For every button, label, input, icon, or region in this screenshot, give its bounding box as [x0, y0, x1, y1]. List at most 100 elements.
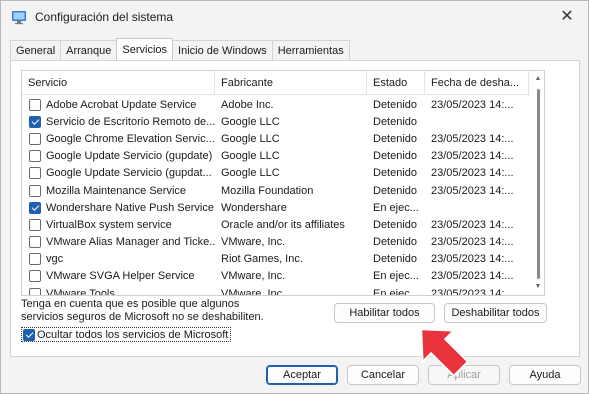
header-maker[interactable]: Fabricante — [215, 71, 367, 95]
state-cell: Detenido — [373, 218, 418, 231]
title-bar: Configuración del sistema ✕ — [1, 1, 588, 33]
scroll-down-icon[interactable]: ▼ — [534, 283, 542, 291]
cancel-button[interactable]: Cancelar — [347, 365, 419, 385]
maker-cell: Wondershare — [221, 201, 287, 214]
table-row[interactable]: Wondershare Native Push Service Wondersha… — [22, 199, 529, 216]
hide-ms-services-checkbox[interactable]: Ocultar todos los servicios de Microsoft — [21, 327, 232, 342]
date-cell: 23/05/2023 14:... — [431, 132, 514, 145]
maker-cell: Google LLC — [221, 150, 280, 163]
service-name: Servicio de Escritorio Remoto de... — [46, 115, 215, 128]
close-icon: ✕ — [560, 8, 574, 25]
ok-button[interactable]: Aceptar — [266, 365, 338, 385]
table-row[interactable]: VirtualBox system service Oracle and/or i… — [22, 216, 529, 233]
service-name: VirtualBox system service — [46, 218, 172, 231]
maker-cell: VMware, Inc. — [221, 236, 286, 249]
service-cell: Google Update Servicio (gupdate) — [22, 148, 215, 165]
state-cell: Detenido — [373, 253, 418, 266]
state-cell: Detenido — [373, 150, 418, 163]
service-cell: VMware Alias Manager and Ticke... — [22, 234, 215, 251]
service-name: Google Chrome Elevation Servic... — [46, 132, 215, 145]
service-checkbox[interactable] — [29, 201, 41, 214]
service-checkbox[interactable] — [29, 132, 41, 145]
maker-cell: Oracle and/or its affiliates — [221, 218, 345, 231]
service-checkbox[interactable] — [29, 218, 41, 231]
service-checkbox[interactable] — [29, 253, 41, 266]
maker-cell: Riot Games, Inc. — [221, 253, 303, 266]
table-row[interactable]: VMware SVGA Helper Service VMware, Inc. En… — [22, 268, 529, 285]
state-cell: Detenido — [373, 132, 418, 145]
service-checkbox[interactable] — [29, 287, 41, 295]
services-table: Servicio Fabricante Estado Fecha de desh… — [21, 70, 545, 296]
table-row[interactable]: Google Update Servicio (gupdate) Google L… — [22, 148, 529, 165]
tab-general[interactable]: General — [10, 40, 62, 60]
service-cell: Mozilla Maintenance Service — [22, 182, 215, 199]
service-cell: Adobe Acrobat Update Service — [22, 96, 215, 113]
tab-startup[interactable]: Arranque — [60, 40, 118, 60]
service-checkbox[interactable] — [29, 115, 41, 128]
tab-windows-startup[interactable]: Inicio de Windows — [172, 40, 273, 60]
table-row[interactable]: VMware Tools VMware, Inc. En ejec... 23/05/… — [22, 285, 529, 296]
date-cell: 23/05/2023 14:... — [431, 287, 514, 296]
service-checkbox[interactable] — [29, 270, 41, 283]
state-cell: Detenido — [373, 184, 418, 197]
service-checkbox[interactable] — [29, 98, 41, 111]
maker-cell: VMware, Inc. — [221, 270, 286, 283]
maker-cell: Mozilla Foundation — [221, 184, 314, 197]
service-checkbox[interactable] — [29, 167, 41, 180]
service-checkbox[interactable] — [29, 236, 41, 249]
date-cell: 23/05/2023 14:... — [431, 150, 514, 163]
close-button[interactable]: ✕ — [552, 3, 582, 29]
table-row[interactable]: Adobe Acrobat Update Service Adobe Inc. De… — [22, 96, 529, 113]
scrollbar-thumb[interactable] — [537, 89, 540, 279]
table-row[interactable]: Google Update Servicio (gupdat... Google … — [22, 165, 529, 182]
service-checkbox[interactable] — [29, 150, 41, 163]
tab-services[interactable]: Servicios — [116, 38, 174, 60]
state-cell: En ejec... — [373, 287, 419, 296]
service-checkbox[interactable] — [29, 184, 41, 197]
service-name: Wondershare Native Push Service — [46, 201, 214, 214]
hide-ms-checkbox-box[interactable] — [23, 328, 35, 341]
date-cell — [425, 199, 529, 216]
maker-cell: Google LLC — [221, 115, 280, 128]
table-row[interactable]: VMware Alias Manager and Ticke... VMware,… — [22, 234, 529, 251]
state-cell: En ejec... — [373, 270, 419, 283]
table-row[interactable]: Mozilla Maintenance Service Mozilla Found… — [22, 182, 529, 199]
header-service[interactable]: Servicio — [22, 71, 215, 95]
system-config-icon — [12, 11, 26, 25]
red-arrow-icon — [420, 328, 470, 378]
service-cell: Wondershare Native Push Service — [22, 199, 215, 216]
date-cell: 23/05/2023 14:... — [431, 270, 514, 283]
maker-cell: Adobe Inc. — [221, 98, 274, 111]
table-row[interactable]: vgc Riot Games, Inc. Detenido 23/05/2023 14… — [22, 251, 529, 268]
service-cell: VirtualBox system service — [22, 216, 215, 233]
header-state[interactable]: Estado — [367, 71, 425, 95]
date-cell: 23/05/2023 14:... — [431, 253, 514, 266]
service-name: VMware SVGA Helper Service — [46, 270, 195, 283]
service-name: Google Update Servicio (gupdat... — [46, 167, 212, 180]
header-date[interactable]: Fecha de desha... — [425, 71, 529, 95]
ms-services-note: Tenga en cuenta que es posible que algun… — [21, 298, 264, 323]
service-name: VMware Tools — [46, 287, 115, 296]
table-row[interactable]: Google Chrome Elevation Servic... Google … — [22, 130, 529, 147]
service-cell: Servicio de Escritorio Remoto de... — [22, 113, 215, 130]
service-cell: vgc — [22, 251, 215, 268]
table-row[interactable]: Servicio de Escritorio Remoto de... Googl… — [22, 113, 529, 130]
maker-cell: Google LLC — [221, 167, 280, 180]
date-cell: 23/05/2023 14:... — [431, 236, 514, 249]
state-cell: Detenido — [373, 115, 418, 128]
service-cell: Google Update Servicio (gupdat... — [22, 165, 215, 182]
window-title: Configuración del sistema — [35, 10, 174, 24]
state-cell: Detenido — [373, 236, 418, 249]
maker-cell: VMware, Inc. — [221, 287, 286, 296]
table-header: Servicio Fabricante Estado Fecha de desh… — [22, 71, 529, 95]
service-name: Adobe Acrobat Update Service — [46, 98, 197, 111]
service-name: VMware Alias Manager and Ticke... — [46, 236, 215, 249]
help-button[interactable]: Ayuda — [509, 365, 581, 385]
hide-ms-label: Ocultar todos los servicios de Microsoft — [37, 328, 229, 341]
system-config-window: Configuración del sistema ✕ General Arra… — [0, 0, 589, 394]
service-name: vgc — [46, 253, 64, 266]
tab-tools[interactable]: Herramientas — [271, 40, 350, 60]
scroll-up-icon[interactable]: ▲ — [534, 75, 542, 83]
state-cell: En ejec... — [373, 201, 419, 214]
date-cell: 23/05/2023 14:... — [431, 167, 514, 180]
